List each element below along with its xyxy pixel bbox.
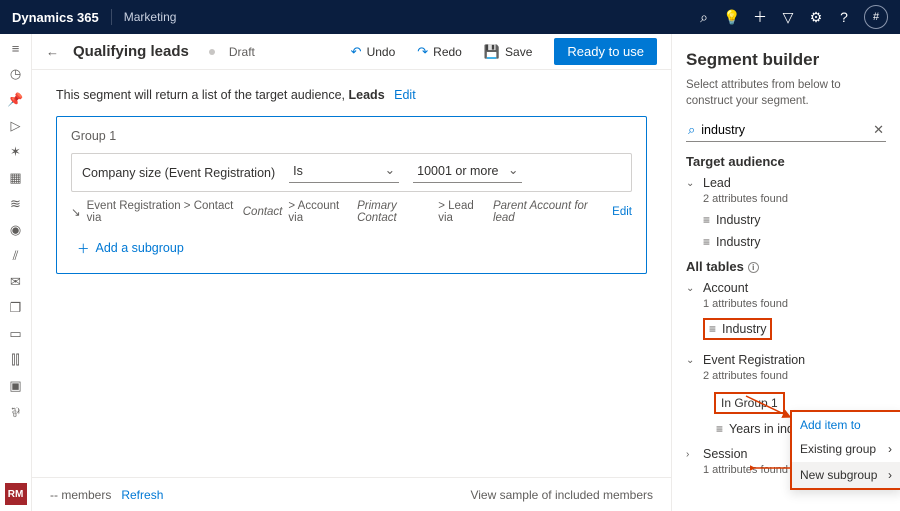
flyout-existing-group[interactable]: Existing group› bbox=[792, 436, 900, 462]
redo-icon: ↷ bbox=[417, 44, 428, 60]
status-dot bbox=[209, 49, 215, 55]
group-container[interactable]: Group 1 Company size (Event Registration… bbox=[56, 116, 647, 274]
left-nav-rail: ≡ ◷ 📌 ▷ ✶ ▦ ≋ ◉ ⫽ ✉ ❐ ▭ ⫿⫿ ▣ ⅌ RM bbox=[0, 34, 32, 511]
section-all-tables: All tablesi bbox=[686, 259, 886, 274]
view-sample-link[interactable]: View sample of included members bbox=[470, 488, 653, 502]
brand: Dynamics 365 bbox=[12, 10, 99, 25]
segment-builder-panel: Segment builder Select attributes from b… bbox=[672, 34, 900, 511]
node-event-registration[interactable]: ⌄Event Registration bbox=[686, 350, 886, 370]
attribute-search[interactable]: ⌕ ✕ bbox=[686, 119, 886, 142]
member-count: -- members bbox=[50, 488, 111, 502]
command-bar: ← Qualifying leads Draft ↶Undo ↷Redo 💾Sa… bbox=[32, 34, 671, 70]
clock-icon[interactable]: ◷ bbox=[8, 66, 24, 82]
main-area: ← Qualifying leads Draft ↶Undo ↷Redo 💾Sa… bbox=[32, 34, 672, 511]
list-icon: ≡ bbox=[703, 235, 710, 249]
attr-in-group-1[interactable]: In Group 1 bbox=[714, 392, 785, 414]
search-icon: ⌕ bbox=[688, 122, 695, 138]
search-input[interactable] bbox=[701, 123, 873, 137]
analytics-icon[interactable]: ▦ bbox=[8, 170, 24, 186]
page-title: Qualifying leads bbox=[73, 43, 189, 60]
redo-button[interactable]: ↷Redo bbox=[411, 40, 468, 64]
refresh-link[interactable]: Refresh bbox=[121, 488, 163, 502]
list-icon[interactable]: ≋ bbox=[8, 196, 24, 212]
library-icon[interactable]: ⫿⫿ bbox=[8, 352, 24, 368]
settings-icon[interactable]: ⚙ bbox=[802, 9, 830, 26]
filter-icon[interactable]: ▽ bbox=[774, 9, 802, 26]
value-select[interactable]: 10001 or more bbox=[413, 162, 522, 183]
save-button[interactable]: 💾Save bbox=[478, 40, 539, 64]
journey-icon[interactable]: ✶ bbox=[8, 144, 24, 160]
ready-to-use-button[interactable]: Ready to use bbox=[554, 38, 657, 65]
account-count: 1 attributes found bbox=[703, 298, 886, 310]
attribute-name: Company size (Event Registration) bbox=[82, 166, 275, 180]
user-badge[interactable]: RM bbox=[5, 483, 27, 505]
play-icon[interactable]: ▷ bbox=[8, 118, 24, 134]
global-header: Dynamics 365 Marketing ⌕ 💡 ＋ ▽ ⚙ ? # bbox=[0, 0, 900, 34]
add-subgroup-button[interactable]: ＋ Add a subgroup bbox=[77, 238, 184, 257]
chevron-right-icon: › bbox=[888, 442, 892, 456]
lightbulb-icon[interactable]: 💡 bbox=[718, 9, 746, 26]
list-icon: ≡ bbox=[703, 213, 710, 227]
attr-lead-industry-1[interactable]: ≡Industry bbox=[703, 209, 886, 231]
edit-path-link[interactable]: Edit bbox=[612, 206, 632, 218]
flyout-header: Add item to bbox=[792, 412, 900, 436]
operator-select[interactable]: Is bbox=[289, 162, 399, 183]
add-icon[interactable]: ＋ bbox=[746, 7, 774, 27]
user-avatar[interactable]: # bbox=[864, 5, 888, 29]
section-target-audience: Target audience bbox=[686, 154, 886, 169]
copy-icon[interactable]: ❐ bbox=[8, 300, 24, 316]
highlighted-attribute: ≡ Industry bbox=[703, 318, 772, 340]
form-icon[interactable]: ▭ bbox=[8, 326, 24, 342]
help-icon[interactable]: ? bbox=[830, 9, 858, 25]
builder-hint: Select attributes from below to construc… bbox=[686, 78, 886, 109]
search-icon[interactable]: ⌕ bbox=[690, 9, 718, 26]
builder-title: Segment builder bbox=[686, 50, 886, 70]
chevron-down-icon: ⌄ bbox=[686, 178, 698, 189]
connector-icon[interactable]: ⅌ bbox=[8, 404, 24, 420]
back-button[interactable]: ← bbox=[46, 44, 59, 59]
add-item-flyout: Add item to Existing group› New subgroup… bbox=[790, 410, 900, 490]
undo-icon: ↶ bbox=[351, 44, 362, 60]
hamburger-icon[interactable]: ≡ bbox=[8, 40, 24, 56]
lead-count: 2 attributes found bbox=[703, 193, 886, 205]
node-lead[interactable]: ⌄Lead bbox=[686, 173, 886, 193]
mail-icon[interactable]: ✉ bbox=[8, 274, 24, 290]
edit-description-link[interactable]: Edit bbox=[394, 88, 416, 102]
plus-icon: ＋ bbox=[77, 238, 90, 257]
globe-icon[interactable]: ◉ bbox=[8, 222, 24, 238]
condition-row: Company size (Event Registration) Is 100… bbox=[71, 153, 632, 192]
segment-canvas: This segment will return a list of the t… bbox=[32, 70, 671, 477]
flyout-new-subgroup[interactable]: New subgroup› bbox=[792, 462, 900, 488]
status-label: Draft bbox=[229, 45, 255, 59]
chevron-down-icon: ⌄ bbox=[686, 283, 698, 294]
attr-account-industry[interactable]: ≡ Industry bbox=[703, 314, 886, 344]
group-title: Group 1 bbox=[71, 129, 632, 143]
path-icon: ↘ bbox=[71, 205, 81, 219]
attr-lead-industry-2[interactable]: ≡Industry bbox=[703, 231, 886, 253]
info-icon[interactable]: i bbox=[748, 262, 759, 273]
clear-search-icon[interactable]: ✕ bbox=[873, 122, 884, 138]
divider bbox=[111, 9, 112, 25]
save-icon: 💾 bbox=[484, 44, 500, 60]
list-icon: ≡ bbox=[716, 422, 723, 436]
segment-description: This segment will return a list of the t… bbox=[56, 88, 647, 102]
chevron-right-icon: › bbox=[686, 449, 698, 460]
node-account[interactable]: ⌄Account bbox=[686, 278, 886, 298]
footer-bar: -- members Refresh View sample of includ… bbox=[32, 477, 671, 511]
chevron-right-icon: › bbox=[888, 468, 892, 482]
relationship-path: ↘ Event Registration > Contact via Conta… bbox=[71, 200, 632, 224]
chevron-down-icon: ⌄ bbox=[686, 355, 698, 366]
module-name[interactable]: Marketing bbox=[124, 10, 177, 24]
list-icon: ≡ bbox=[709, 322, 716, 336]
undo-button[interactable]: ↶Undo bbox=[345, 40, 402, 64]
eventreg-count: 2 attributes found bbox=[703, 370, 886, 382]
segment-icon[interactable]: ▣ bbox=[8, 378, 24, 394]
chart-icon[interactable]: ⫽ bbox=[8, 248, 24, 264]
pin-icon[interactable]: 📌 bbox=[8, 92, 24, 108]
